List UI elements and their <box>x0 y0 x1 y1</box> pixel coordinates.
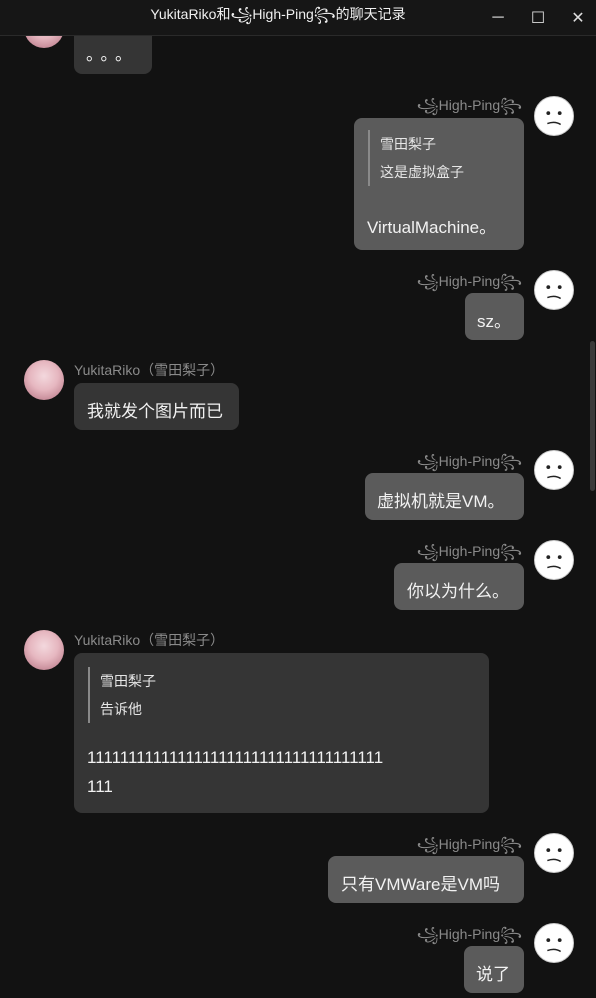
neutral-face-icon[interactable] <box>534 450 574 490</box>
message-text: VirtualMachine。 <box>367 218 497 237</box>
chat-history[interactable]: 。。。 ꧁High-Ping꧂ 雪田梨子 这是虚拟盒子 VirtualMachi… <box>0 36 596 998</box>
message-text: 说了 <box>476 965 510 984</box>
neutral-face-icon[interactable] <box>534 540 574 580</box>
scrollbar-thumb[interactable] <box>590 341 595 491</box>
contact-avatar[interactable] <box>24 630 64 670</box>
message-text: 只有VMWare是VM吗 <box>341 875 500 894</box>
neutral-face-icon[interactable] <box>534 923 574 963</box>
title-bar: YukitaRiko和꧁High-Ping꧂的聊天记录 ─ ☐ ✕ <box>0 0 596 36</box>
message-bubble[interactable]: 雪田梨子 这是虚拟盒子 VirtualMachine。 <box>354 118 524 250</box>
message-bubble[interactable]: 只有VMWare是VM吗 <box>328 856 524 903</box>
quote-author: 雪田梨子 <box>100 673 156 689</box>
neutral-face-icon[interactable] <box>534 96 574 136</box>
sender-name: YukitaRiko（雪田梨子） <box>74 362 225 378</box>
neutral-face-icon[interactable] <box>534 270 574 310</box>
message-text-line-2: 111 <box>87 777 113 796</box>
window-title: YukitaRiko和꧁High-Ping꧂的聊天记录 <box>150 6 406 22</box>
message-bubble[interactable]: 说了 <box>464 946 524 993</box>
message-bubble[interactable]: 。。。 <box>74 36 152 74</box>
quote-author: 雪田梨子 <box>380 136 436 152</box>
sender-name: YukitaRiko（雪田梨子） <box>74 632 225 648</box>
message-bubble[interactable]: 虚拟机就是VM。 <box>365 473 524 520</box>
message-text-line-1: 111111111111111111111111111111111111 <box>87 748 384 767</box>
quoted-message[interactable]: 雪田梨子 这是虚拟盒子 <box>368 130 508 186</box>
contact-avatar[interactable] <box>24 36 64 48</box>
neutral-face-icon[interactable] <box>534 833 574 873</box>
message-text: 虚拟机就是VM。 <box>377 492 505 511</box>
message-bubble[interactable]: 你以为什么。 <box>394 563 524 610</box>
message-text: 你以为什么。 <box>407 582 509 601</box>
contact-avatar[interactable] <box>24 360 64 400</box>
maximize-button[interactable]: ☐ <box>518 0 558 36</box>
quote-text: 这是虚拟盒子 <box>380 164 464 180</box>
quote-text: 告诉他 <box>100 701 142 717</box>
message-text: 我就发个图片而已 <box>87 402 223 421</box>
message-text: sz。 <box>477 312 511 331</box>
message-bubble[interactable]: 雪田梨子 告诉他 1111111111111111111111111111111… <box>74 653 489 813</box>
minimize-button[interactable]: ─ <box>478 0 518 36</box>
scrollbar[interactable] <box>588 36 596 998</box>
message-bubble[interactable]: sz。 <box>465 293 524 340</box>
message-text: 。。。 <box>86 45 138 64</box>
quoted-message[interactable]: 雪田梨子 告诉他 <box>88 667 288 723</box>
close-button[interactable]: ✕ <box>558 0 596 36</box>
message-bubble[interactable]: 我就发个图片而已 <box>74 383 239 430</box>
